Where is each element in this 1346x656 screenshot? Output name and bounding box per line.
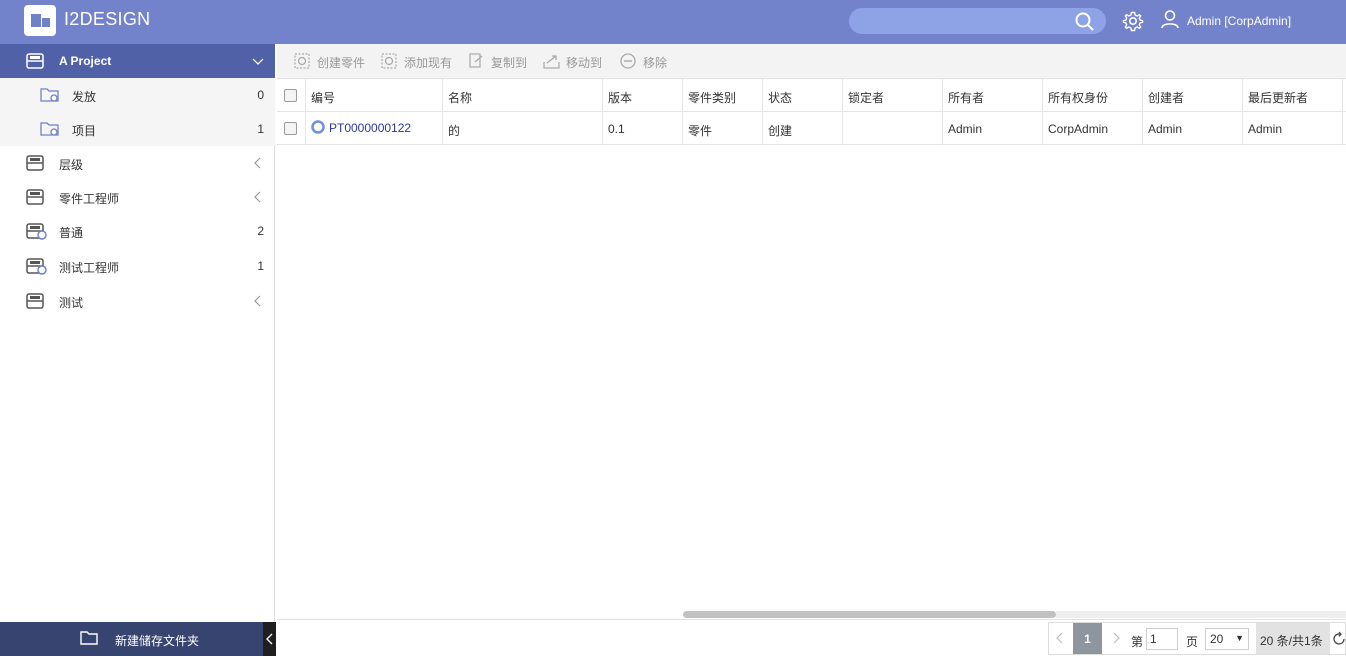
- chevron-down-icon[interactable]: [252, 55, 264, 70]
- app-title: I2DESIGN: [64, 9, 151, 29]
- search-input[interactable]: [849, 8, 1106, 34]
- column-header[interactable]: 状态: [763, 79, 843, 112]
- page-size-select[interactable]: 20 ▼: [1205, 628, 1249, 650]
- sidebar-item-label: 项目: [72, 124, 97, 138]
- column-header[interactable]: 零件类别: [683, 79, 763, 112]
- sidebar-item-release[interactable]: 发放 0: [0, 78, 275, 112]
- chevron-left-icon[interactable]: [1055, 632, 1065, 647]
- sidebar-item-project[interactable]: 项目 1: [0, 112, 275, 146]
- new-storage-folder-label: 新建储存文件夹: [115, 634, 200, 648]
- cell-ownership: CorpAdmin: [1043, 112, 1143, 145]
- create-part-icon: [293, 52, 311, 73]
- header-checkbox-cell: [277, 79, 306, 112]
- part-icon: [311, 120, 325, 137]
- storage-icon: [26, 155, 44, 174]
- sidebar-item-general[interactable]: 普通 2: [0, 214, 275, 248]
- sidebar-item-test-engineer[interactable]: 测试工程师 1: [0, 249, 275, 283]
- item-count: 2: [257, 224, 264, 238]
- sidebar-item-label: A Project: [59, 54, 112, 68]
- column-header[interactable]: 版本: [603, 79, 683, 112]
- sidebar: A Project 发放 0 项目 1 层级 零件工程师 普通 2 测试工程师 …: [0, 44, 275, 656]
- page-prefix-label: 第: [1131, 635, 1144, 649]
- page-number-input[interactable]: 1: [1146, 628, 1178, 650]
- cell-version: 0.1: [603, 112, 683, 145]
- folder-settings-icon: [40, 87, 60, 106]
- column-header[interactable]: 名称: [443, 79, 603, 112]
- chevron-left-icon[interactable]: [252, 295, 264, 310]
- copy-icon: [467, 52, 485, 73]
- row-checkbox[interactable]: [284, 122, 297, 135]
- storage-icon: [26, 189, 44, 208]
- add-existing-icon: [380, 52, 398, 73]
- pagination: 1 第 1 页 20 ▼ 20 条/共1条: [1048, 622, 1346, 655]
- cell-part-category: 零件: [683, 112, 763, 145]
- page-suffix-label: 页: [1186, 635, 1199, 649]
- column-header[interactable]: 最后更新者: [1243, 79, 1343, 112]
- part-number-link[interactable]: PT0000000122: [329, 121, 411, 135]
- cell-owner: Admin: [943, 112, 1043, 145]
- storage-icon: [26, 293, 44, 312]
- chevron-left-icon[interactable]: [252, 157, 264, 172]
- new-storage-folder-button[interactable]: 新建储存文件夹: [0, 622, 276, 656]
- search-icon[interactable]: [1075, 12, 1095, 35]
- sidebar-item-test[interactable]: 测试: [0, 284, 275, 318]
- chevron-left-icon[interactable]: [252, 191, 264, 206]
- app-logo: [24, 5, 56, 36]
- user-icon[interactable]: [1160, 9, 1180, 32]
- sidebar-item-label: 层级: [59, 158, 84, 172]
- select-all-checkbox[interactable]: [284, 89, 297, 102]
- column-header[interactable]: 所有者: [943, 79, 1043, 112]
- toolbar: 创建零件 添加现有 复制到 移动到 移除: [277, 44, 1346, 79]
- move-icon: [542, 52, 562, 73]
- minus-circle-icon: [619, 52, 637, 73]
- horizontal-scroll-track[interactable]: [1056, 611, 1346, 618]
- sidebar-item-a-project[interactable]: A Project: [0, 44, 275, 78]
- table-header: 编号 名称 版本 零件类别 状态 锁定者 所有者 所有权身份 创建者 最后更新者: [277, 79, 1346, 112]
- sidebar-item-label: 普通: [59, 226, 84, 240]
- column-header[interactable]: 所有权身份: [1043, 79, 1143, 112]
- horizontal-scrollbar[interactable]: [683, 611, 1056, 618]
- storage-settings-icon: [26, 258, 48, 279]
- column-header[interactable]: 创建者: [1143, 79, 1243, 112]
- top-header: I2DESIGN Admin [CorpAdmin]: [0, 0, 1346, 44]
- cell-locked-by: [843, 112, 943, 145]
- refresh-icon[interactable]: [1331, 631, 1346, 650]
- sidebar-item-levels[interactable]: 层级: [0, 146, 275, 180]
- folder-icon: [80, 630, 98, 649]
- sidebar-collapse-button[interactable]: [263, 622, 276, 656]
- cell-status: 创建: [763, 112, 843, 145]
- page-size-value: 20: [1210, 632, 1224, 646]
- cell-name: 的: [443, 112, 603, 145]
- current-page-button[interactable]: 1: [1073, 623, 1102, 654]
- cell-creator: Admin: [1143, 112, 1243, 145]
- divider: [277, 619, 1346, 620]
- storage-icon: [26, 53, 44, 72]
- gear-icon[interactable]: [1122, 10, 1144, 35]
- sidebar-item-label: 发放: [72, 90, 97, 104]
- storage-settings-icon: [26, 223, 48, 244]
- folder-settings-icon: [40, 121, 60, 140]
- item-count: 1: [257, 122, 264, 136]
- total-count: 20 条/共1条: [1256, 623, 1330, 654]
- parts-table: 编号 名称 版本 零件类别 状态 锁定者 所有者 所有权身份 创建者 最后更新者…: [277, 79, 1346, 619]
- item-count: 0: [257, 88, 264, 102]
- table-row[interactable]: PT0000000122 的 0.1 零件 创建 Admin CorpAdmin…: [277, 112, 1346, 145]
- sidebar-item-label: 零件工程师: [59, 192, 120, 206]
- column-header[interactable]: 编号: [306, 79, 443, 112]
- dropdown-arrow-icon: ▼: [1235, 633, 1244, 643]
- cell-last-updater: Admin: [1243, 112, 1343, 145]
- chevron-right-icon[interactable]: [1111, 632, 1121, 647]
- sidebar-item-label: 测试工程师: [59, 261, 120, 275]
- chevron-left-icon: [265, 633, 274, 648]
- sidebar-item-part-engineer[interactable]: 零件工程师: [0, 180, 275, 214]
- user-name[interactable]: Admin [CorpAdmin]: [1187, 14, 1291, 28]
- column-header[interactable]: 锁定者: [843, 79, 943, 112]
- cell-number: PT0000000122: [306, 112, 443, 145]
- row-checkbox-cell: [277, 112, 306, 145]
- item-count: 1: [257, 259, 264, 273]
- sidebar-item-label: 测试: [59, 296, 84, 310]
